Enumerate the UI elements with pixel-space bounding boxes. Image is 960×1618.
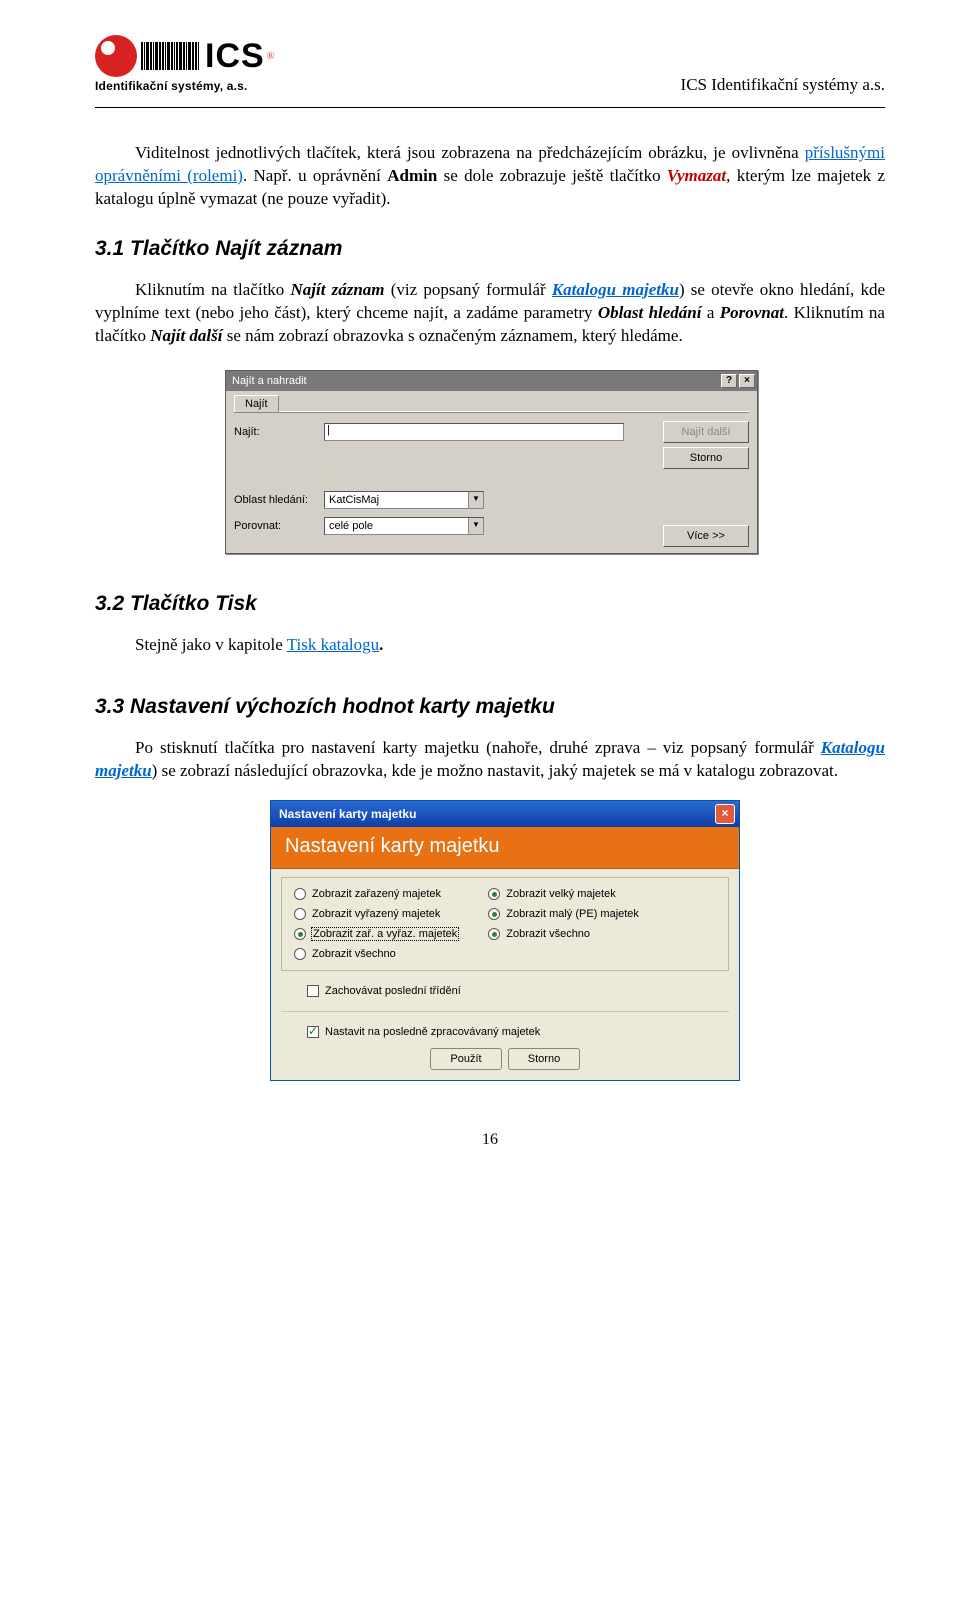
radio-icon	[294, 888, 306, 900]
more-button[interactable]: Více >>	[663, 525, 749, 547]
header-company-name: ICS Identifikační systémy a.s.	[681, 75, 885, 95]
dialog2-title: Nastavení karty majetku	[279, 807, 416, 821]
close-button[interactable]: ×	[739, 374, 755, 388]
checkbox-icon	[307, 1026, 319, 1038]
help-button[interactable]: ?	[721, 374, 737, 388]
link-tisk-katalogu[interactable]: Tisk katalogu	[287, 635, 379, 654]
heading-3-1: 3.1 Tlačítko Najít záznam	[95, 237, 885, 261]
radio-maly-pe[interactable]: Zobrazit malý (PE) majetek	[488, 908, 639, 920]
section-3-2-paragraph: Stejně jako v kapitole Tisk katalogu.	[135, 634, 885, 657]
checkbox-keep-sort[interactable]: Zachovávat poslední třídění	[307, 985, 729, 997]
radio-icon	[488, 908, 500, 920]
barcode-icon	[141, 42, 199, 70]
radio-zar-vyraz[interactable]: Zobrazit zař. a vyřaz. majetek	[294, 928, 458, 940]
cancel-button[interactable]: Storno	[508, 1048, 580, 1070]
label-compare: Porovnat:	[234, 520, 324, 532]
radio-icon	[488, 928, 500, 940]
radio-icon	[294, 928, 306, 940]
radio-vyrazeny[interactable]: Zobrazit vyřazený majetek	[294, 908, 458, 920]
intro-paragraph: Viditelnost jednotlivých tlačítek, která…	[95, 142, 885, 211]
dialog2-header-banner: Nastavení karty majetku	[271, 827, 739, 869]
page-number: 16	[95, 1131, 885, 1149]
settings-dialog: Nastavení karty majetku × Nastavení kart…	[270, 800, 740, 1081]
chevron-down-icon: ▼	[468, 492, 483, 508]
compare-combo[interactable]: celé pole ▼	[324, 517, 484, 535]
checkbox-set-last[interactable]: Nastavit na posledně zpracovávaný majete…	[307, 1026, 729, 1038]
chevron-down-icon: ▼	[468, 518, 483, 534]
registered-mark: ®	[267, 51, 275, 62]
heading-3-2: 3.2 Tlačítko Tisk	[95, 592, 885, 616]
separator	[281, 1011, 729, 1012]
dialog-title: Najít a nahradit	[232, 371, 307, 391]
header-divider	[95, 107, 885, 108]
cancel-button[interactable]: Storno	[663, 447, 749, 469]
label-search-area: Oblast hledání:	[234, 494, 324, 506]
logo-text: ICS	[205, 42, 265, 70]
logo-circle-icon	[95, 35, 137, 77]
radio-icon	[488, 888, 500, 900]
radio-zarazeny[interactable]: Zobrazit zařazený majetek	[294, 888, 458, 900]
search-area-combo[interactable]: KatCisMaj ▼	[324, 491, 484, 509]
close-button[interactable]: ×	[715, 804, 735, 824]
radio-velky[interactable]: Zobrazit velký majetek	[488, 888, 639, 900]
find-input[interactable]: |	[324, 423, 624, 441]
radio-vsechno-right[interactable]: Zobrazit všechno	[488, 928, 639, 940]
find-replace-dialog: Najít a nahradit ? × Najít Najít: | Obla…	[225, 370, 758, 554]
logo-subtitle: Identifikační systémy, a.s.	[95, 79, 274, 93]
radio-icon	[294, 948, 306, 960]
tab-find[interactable]: Najít	[234, 395, 279, 412]
label-find: Najít:	[234, 426, 324, 438]
heading-3-3: 3.3 Nastavení výchozích hodnot karty maj…	[95, 695, 885, 719]
checkbox-icon	[307, 985, 319, 997]
section-3-1-paragraph: Kliknutím na tlačítko Najít záznam (viz …	[95, 279, 885, 348]
radio-group-container: Zobrazit zařazený majetek Zobrazit vyřaz…	[281, 877, 729, 971]
find-next-button[interactable]: Najít další	[663, 421, 749, 443]
radio-vsechno-left[interactable]: Zobrazit všechno	[294, 948, 458, 960]
apply-button[interactable]: Použít	[430, 1048, 502, 1070]
section-3-3-paragraph: Po stisknutí tlačítka pro nastavení kart…	[95, 737, 885, 783]
company-logo: ICS ® Identifikační systémy, a.s.	[95, 35, 274, 93]
radio-icon	[294, 908, 306, 920]
link-katalogu-majetku-1[interactable]: Katalogu majetku	[552, 280, 679, 299]
